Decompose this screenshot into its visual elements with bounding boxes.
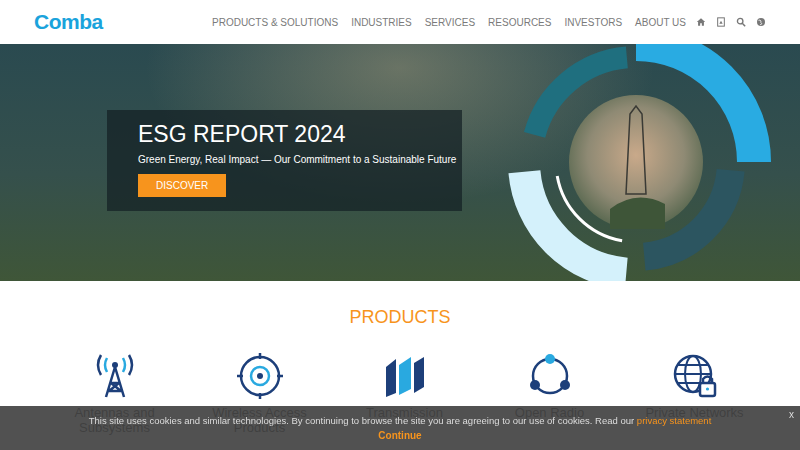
hero-banner: ESG REPORT 2024 Green Energy, Real Impac…	[0, 44, 800, 281]
globe-lock-icon	[672, 353, 718, 399]
privacy-link[interactable]: privacy statement	[637, 415, 711, 426]
cookie-message: This site uses cookies and similar techn…	[89, 415, 712, 426]
cookie-bar: This site uses cookies and similar techn…	[0, 406, 800, 450]
globe-icon[interactable]	[756, 17, 766, 27]
antenna-icon	[92, 353, 138, 399]
nav-item[interactable]: INVESTORS	[564, 17, 622, 28]
rings-graphic-icon	[490, 44, 800, 281]
continue-button[interactable]: Continue	[378, 430, 421, 441]
cycle-nodes-icon	[527, 353, 573, 399]
nav-item[interactable]: INDUSTRIES	[351, 17, 412, 28]
hero-title: ESG REPORT 2024	[138, 121, 431, 148]
discover-button[interactable]: DISCOVER	[138, 174, 226, 197]
header: Comba PRODUCTS & SOLUTIONS INDUSTRIES SERV…	[0, 0, 800, 44]
nav-item[interactable]: PRODUCTS & SOLUTIONS	[212, 17, 338, 28]
page: Comba PRODUCTS & SOLUTIONS INDUSTRIES SERV…	[0, 0, 800, 450]
search-icon[interactable]	[736, 17, 746, 27]
transmission-icon	[382, 353, 428, 399]
document-icon[interactable]	[716, 17, 726, 27]
main-nav: PRODUCTS & SOLUTIONS INDUSTRIES SERVICES RE…	[212, 17, 766, 28]
logo[interactable]: Comba	[34, 10, 103, 34]
home-icon[interactable]	[696, 17, 706, 27]
hero-subtitle: Green Energy, Real Impact — Our Commitme…	[138, 154, 431, 165]
nav-item[interactable]: RESOURCES	[488, 17, 551, 28]
hero-caption: ESG REPORT 2024 Green Energy, Real Impac…	[107, 110, 462, 211]
target-icon	[237, 353, 283, 399]
products-title: PRODUCTS	[0, 307, 800, 328]
nav-item[interactable]: ABOUT US	[635, 17, 686, 28]
nav-item[interactable]: SERVICES	[425, 17, 475, 28]
close-button[interactable]: x	[789, 409, 794, 420]
